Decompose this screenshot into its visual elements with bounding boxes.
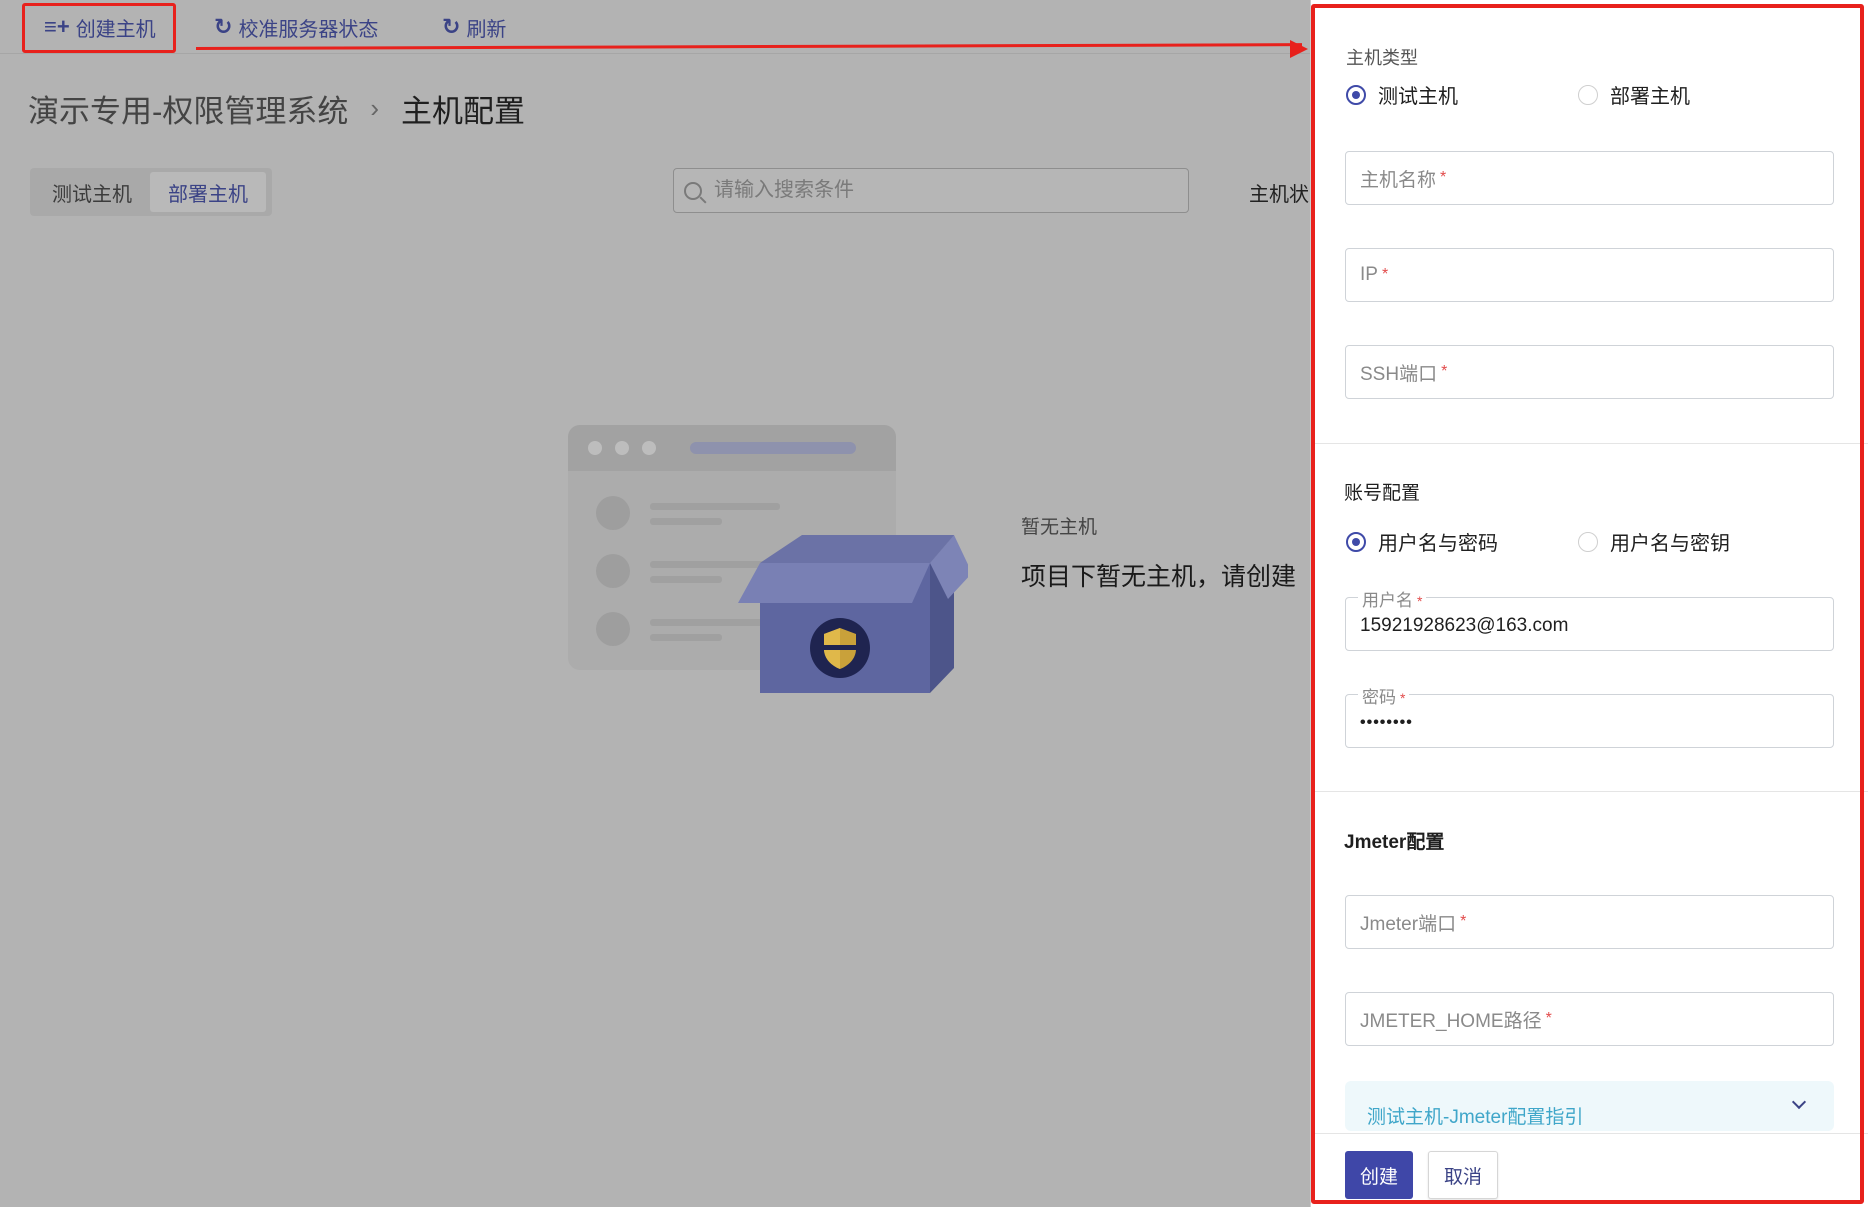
- jmeter-config-title: Jmeter配置: [1344, 832, 1445, 853]
- cancel-button[interactable]: 取消: [1428, 1151, 1498, 1199]
- host-type-label: 主机类型: [1346, 48, 1418, 68]
- required-mark: *: [1400, 690, 1406, 706]
- section-divider: [1311, 791, 1868, 792]
- required-mark: *: [1440, 169, 1447, 186]
- jmeter-home-field[interactable]: JMETER_HOME路径 *: [1345, 992, 1834, 1046]
- password-label: 密码 *: [1358, 683, 1410, 708]
- jmeter-port-field[interactable]: Jmeter端口 *: [1345, 895, 1834, 949]
- page-title: 主机配置: [401, 94, 525, 129]
- username-value: 15921928623@163.com: [1360, 615, 1569, 636]
- section-divider: [1311, 443, 1868, 444]
- tab-deploy-host[interactable]: 部署主机: [150, 172, 266, 212]
- tab-test-host[interactable]: 测试主机: [34, 172, 150, 212]
- annotation-arrow-head: [1290, 40, 1308, 58]
- radio-username-password-label: 用户名与密码: [1378, 533, 1498, 555]
- host-name-placeholder: 主机名称: [1360, 169, 1437, 191]
- empty-title: 暂无主机: [1021, 517, 1098, 538]
- jmeter-port-placeholder: Jmeter端口: [1360, 913, 1457, 935]
- radio-username-password[interactable]: 用户名与密码: [1346, 527, 1498, 556]
- radio-deploy-host-label: 部署主机: [1610, 86, 1690, 108]
- required-mark: *: [1460, 913, 1467, 930]
- footer-divider: [1311, 1133, 1868, 1134]
- username-label-text: 用户名: [1362, 591, 1413, 610]
- ssh-port-field[interactable]: SSH端口 *: [1345, 345, 1834, 399]
- search-box: [673, 168, 1189, 213]
- create-button[interactable]: 创建: [1345, 1151, 1413, 1199]
- password-label-text: 密码: [1362, 688, 1396, 707]
- radio-username-key-label: 用户名与密钥: [1610, 533, 1730, 555]
- jmeter-guide-collapse[interactable]: 测试主机-Jmeter配置指引: [1345, 1081, 1834, 1131]
- required-mark: *: [1417, 593, 1423, 609]
- required-mark: *: [1545, 1010, 1552, 1027]
- radio-unchecked-icon: [1578, 531, 1598, 552]
- breadcrumb-project[interactable]: 演示专用-权限管理系统: [28, 86, 348, 131]
- host-name-field[interactable]: 主机名称 *: [1345, 151, 1834, 205]
- host-type-tabs: 测试主机 部署主机: [30, 168, 272, 216]
- calibrate-status-label: 校准服务器状态: [238, 18, 379, 41]
- annotation-highlight-box: [22, 3, 176, 53]
- chevron-down-icon: [1791, 1094, 1807, 1110]
- radio-deploy-host[interactable]: 部署主机: [1578, 80, 1690, 109]
- password-value: ••••••••: [1360, 714, 1413, 731]
- jmeter-home-placeholder: JMETER_HOME路径: [1360, 1010, 1542, 1032]
- radio-test-host-label: 测试主机: [1378, 86, 1458, 108]
- empty-description: 项目下暂无主机，请创建: [1021, 563, 1297, 591]
- ip-field[interactable]: IP *: [1345, 248, 1834, 302]
- required-mark: *: [1441, 363, 1448, 380]
- radio-test-host[interactable]: 测试主机: [1346, 80, 1458, 109]
- radio-checked-icon: [1346, 84, 1366, 105]
- refresh-icon: ↻: [214, 14, 233, 39]
- jmeter-guide-label: 测试主机-Jmeter配置指引: [1367, 1106, 1584, 1128]
- refresh-label: 刷新: [466, 18, 507, 41]
- radio-checked-icon: [1346, 531, 1366, 552]
- account-config-title: 账号配置: [1344, 483, 1421, 504]
- username-label: 用户名 *: [1358, 586, 1427, 611]
- radio-unchecked-icon: [1578, 84, 1598, 105]
- username-field[interactable]: 用户名 * 15921928623@163.com: [1345, 586, 1834, 651]
- search-icon: [684, 181, 702, 200]
- required-mark: *: [1381, 266, 1389, 283]
- password-field[interactable]: 密码 * ••••••••: [1345, 683, 1834, 748]
- breadcrumb: 演示专用-权限管理系统 › 主机配置: [28, 86, 525, 131]
- ip-placeholder: IP: [1360, 264, 1378, 285]
- refresh-icon: ↻: [442, 14, 461, 39]
- search-input[interactable]: [714, 179, 1154, 202]
- empty-box-illustration: [568, 425, 968, 693]
- radio-username-key[interactable]: 用户名与密钥: [1578, 527, 1730, 556]
- status-filter-label[interactable]: 主机状: [1249, 178, 1309, 207]
- chevron-right-icon: ›: [370, 93, 379, 123]
- ssh-port-placeholder: SSH端口: [1360, 363, 1438, 385]
